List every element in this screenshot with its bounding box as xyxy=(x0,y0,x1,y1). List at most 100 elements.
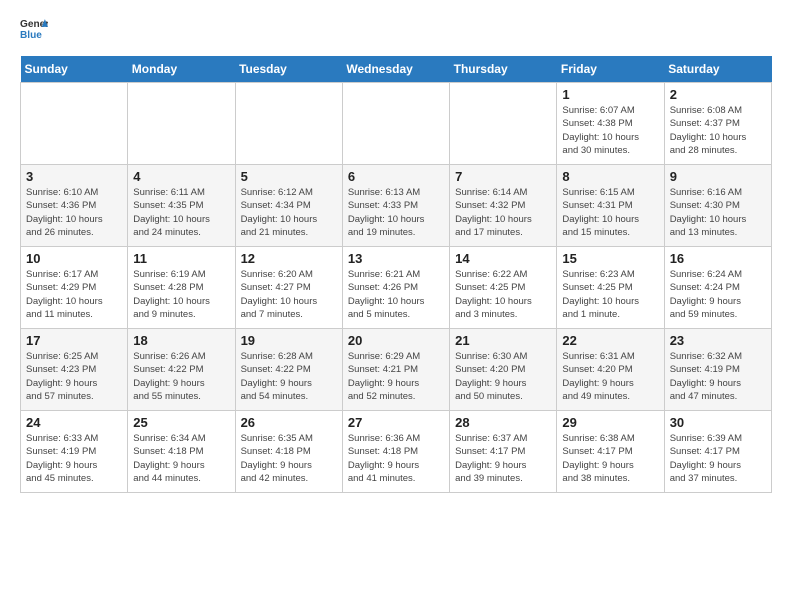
day-cell: 12 Sunrise: 6:20 AM Sunset: 4:27 PM Dayli… xyxy=(235,247,342,329)
day-cell: 15 Sunrise: 6:23 AM Sunset: 4:25 PM Dayli… xyxy=(557,247,664,329)
day-number: 29 xyxy=(562,415,658,430)
day-number: 12 xyxy=(241,251,337,266)
day-number: 23 xyxy=(670,333,766,348)
day-number: 8 xyxy=(562,169,658,184)
day-number: 21 xyxy=(455,333,551,348)
day-number: 1 xyxy=(562,87,658,102)
day-number: 10 xyxy=(26,251,122,266)
day-info: Sunrise: 6:38 AM Sunset: 4:17 PM Dayligh… xyxy=(562,432,658,485)
day-cell: 14 Sunrise: 6:22 AM Sunset: 4:25 PM Dayli… xyxy=(450,247,557,329)
day-cell: 23 Sunrise: 6:32 AM Sunset: 4:19 PM Dayli… xyxy=(664,329,771,411)
day-number: 16 xyxy=(670,251,766,266)
day-info: Sunrise: 6:11 AM Sunset: 4:35 PM Dayligh… xyxy=(133,186,229,239)
header-row: SundayMondayTuesdayWednesdayThursdayFrid… xyxy=(21,56,772,83)
week-row-1: 3Sunrise: 6:10 AM Sunset: 4:36 PM Daylig… xyxy=(21,165,772,247)
day-cell xyxy=(128,83,235,165)
day-cell: 24Sunrise: 6:33 AM Sunset: 4:19 PM Dayli… xyxy=(21,411,128,493)
day-number: 14 xyxy=(455,251,551,266)
day-cell: 6Sunrise: 6:13 AM Sunset: 4:33 PM Daylig… xyxy=(342,165,449,247)
day-number: 17 xyxy=(26,333,122,348)
header-cell-saturday: Saturday xyxy=(664,56,771,83)
header-cell-wednesday: Wednesday xyxy=(342,56,449,83)
day-cell: 2Sunrise: 6:08 AM Sunset: 4:37 PM Daylig… xyxy=(664,83,771,165)
week-row-2: 10 Sunrise: 6:17 AM Sunset: 4:29 PM Dayli… xyxy=(21,247,772,329)
day-info: Sunrise: 6:29 AM Sunset: 4:21 PM Dayligh… xyxy=(348,350,444,403)
header-cell-thursday: Thursday xyxy=(450,56,557,83)
day-cell: 28Sunrise: 6:37 AM Sunset: 4:17 PM Dayli… xyxy=(450,411,557,493)
day-cell: 18 Sunrise: 6:26 AM Sunset: 4:22 PM Dayli… xyxy=(128,329,235,411)
header-cell-monday: Monday xyxy=(128,56,235,83)
header: General Blue xyxy=(20,16,772,44)
day-number: 5 xyxy=(241,169,337,184)
day-number: 19 xyxy=(241,333,337,348)
week-row-0: 1 Sunrise: 6:07 AM Sunset: 4:38 PM Daylig… xyxy=(21,83,772,165)
day-number: 27 xyxy=(348,415,444,430)
day-number: 4 xyxy=(133,169,229,184)
day-info: Sunrise: 6:36 AM Sunset: 4:18 PM Dayligh… xyxy=(348,432,444,485)
day-cell: 7 Sunrise: 6:14 AM Sunset: 4:32 PM Daylig… xyxy=(450,165,557,247)
day-cell: 5 Sunrise: 6:12 AM Sunset: 4:34 PM Daylig… xyxy=(235,165,342,247)
day-info: Sunrise: 6:37 AM Sunset: 4:17 PM Dayligh… xyxy=(455,432,551,485)
day-info: Sunrise: 6:19 AM Sunset: 4:28 PM Dayligh… xyxy=(133,268,229,321)
day-cell: 8 Sunrise: 6:15 AM Sunset: 4:31 PM Daylig… xyxy=(557,165,664,247)
day-number: 25 xyxy=(133,415,229,430)
day-cell xyxy=(21,83,128,165)
day-info: Sunrise: 6:33 AM Sunset: 4:19 PM Dayligh… xyxy=(26,432,122,485)
day-cell: 25 Sunrise: 6:34 AM Sunset: 4:18 PM Dayli… xyxy=(128,411,235,493)
day-cell: 10 Sunrise: 6:17 AM Sunset: 4:29 PM Dayli… xyxy=(21,247,128,329)
day-info: Sunrise: 6:08 AM Sunset: 4:37 PM Dayligh… xyxy=(670,104,766,157)
day-number: 22 xyxy=(562,333,658,348)
day-cell xyxy=(342,83,449,165)
day-number: 18 xyxy=(133,333,229,348)
day-info: Sunrise: 6:20 AM Sunset: 4:27 PM Dayligh… xyxy=(241,268,337,321)
day-number: 15 xyxy=(562,251,658,266)
day-cell: 13Sunrise: 6:21 AM Sunset: 4:26 PM Dayli… xyxy=(342,247,449,329)
day-number: 11 xyxy=(133,251,229,266)
day-number: 30 xyxy=(670,415,766,430)
day-cell: 9Sunrise: 6:16 AM Sunset: 4:30 PM Daylig… xyxy=(664,165,771,247)
calendar-table: SundayMondayTuesdayWednesdayThursdayFrid… xyxy=(20,56,772,493)
day-info: Sunrise: 6:22 AM Sunset: 4:25 PM Dayligh… xyxy=(455,268,551,321)
day-info: Sunrise: 6:25 AM Sunset: 4:23 PM Dayligh… xyxy=(26,350,122,403)
week-row-3: 17 Sunrise: 6:25 AM Sunset: 4:23 PM Dayli… xyxy=(21,329,772,411)
day-cell: 22 Sunrise: 6:31 AM Sunset: 4:20 PM Dayli… xyxy=(557,329,664,411)
day-info: Sunrise: 6:15 AM Sunset: 4:31 PM Dayligh… xyxy=(562,186,658,239)
logo-icon: General Blue xyxy=(20,16,48,44)
day-number: 7 xyxy=(455,169,551,184)
day-info: Sunrise: 6:31 AM Sunset: 4:20 PM Dayligh… xyxy=(562,350,658,403)
day-cell: 16Sunrise: 6:24 AM Sunset: 4:24 PM Dayli… xyxy=(664,247,771,329)
day-info: Sunrise: 6:16 AM Sunset: 4:30 PM Dayligh… xyxy=(670,186,766,239)
day-cell: 27 Sunrise: 6:36 AM Sunset: 4:18 PM Dayli… xyxy=(342,411,449,493)
day-cell: 1 Sunrise: 6:07 AM Sunset: 4:38 PM Daylig… xyxy=(557,83,664,165)
day-cell: 19 Sunrise: 6:28 AM Sunset: 4:22 PM Dayli… xyxy=(235,329,342,411)
day-cell: 11 Sunrise: 6:19 AM Sunset: 4:28 PM Dayli… xyxy=(128,247,235,329)
day-info: Sunrise: 6:07 AM Sunset: 4:38 PM Dayligh… xyxy=(562,104,658,157)
day-info: Sunrise: 6:26 AM Sunset: 4:22 PM Dayligh… xyxy=(133,350,229,403)
day-info: Sunrise: 6:35 AM Sunset: 4:18 PM Dayligh… xyxy=(241,432,337,485)
day-cell: 3Sunrise: 6:10 AM Sunset: 4:36 PM Daylig… xyxy=(21,165,128,247)
logo: General Blue xyxy=(20,16,48,44)
day-info: Sunrise: 6:39 AM Sunset: 4:17 PM Dayligh… xyxy=(670,432,766,485)
day-info: Sunrise: 6:23 AM Sunset: 4:25 PM Dayligh… xyxy=(562,268,658,321)
day-info: Sunrise: 6:32 AM Sunset: 4:19 PM Dayligh… xyxy=(670,350,766,403)
day-info: Sunrise: 6:14 AM Sunset: 4:32 PM Dayligh… xyxy=(455,186,551,239)
header-cell-tuesday: Tuesday xyxy=(235,56,342,83)
day-info: Sunrise: 6:34 AM Sunset: 4:18 PM Dayligh… xyxy=(133,432,229,485)
week-row-4: 24Sunrise: 6:33 AM Sunset: 4:19 PM Dayli… xyxy=(21,411,772,493)
day-info: Sunrise: 6:17 AM Sunset: 4:29 PM Dayligh… xyxy=(26,268,122,321)
day-cell: 26 Sunrise: 6:35 AM Sunset: 4:18 PM Dayli… xyxy=(235,411,342,493)
day-cell: 30 Sunrise: 6:39 AM Sunset: 4:17 PM Dayli… xyxy=(664,411,771,493)
day-info: Sunrise: 6:28 AM Sunset: 4:22 PM Dayligh… xyxy=(241,350,337,403)
day-cell xyxy=(450,83,557,165)
day-cell: 20 Sunrise: 6:29 AM Sunset: 4:21 PM Dayli… xyxy=(342,329,449,411)
day-cell: 29 Sunrise: 6:38 AM Sunset: 4:17 PM Dayli… xyxy=(557,411,664,493)
day-info: Sunrise: 6:12 AM Sunset: 4:34 PM Dayligh… xyxy=(241,186,337,239)
day-cell: 17 Sunrise: 6:25 AM Sunset: 4:23 PM Dayli… xyxy=(21,329,128,411)
day-number: 26 xyxy=(241,415,337,430)
header-cell-sunday: Sunday xyxy=(21,56,128,83)
day-info: Sunrise: 6:21 AM Sunset: 4:26 PM Dayligh… xyxy=(348,268,444,321)
page: General Blue SundayMondayTuesdayWednesda… xyxy=(0,0,792,509)
day-number: 20 xyxy=(348,333,444,348)
day-info: Sunrise: 6:10 AM Sunset: 4:36 PM Dayligh… xyxy=(26,186,122,239)
header-cell-friday: Friday xyxy=(557,56,664,83)
